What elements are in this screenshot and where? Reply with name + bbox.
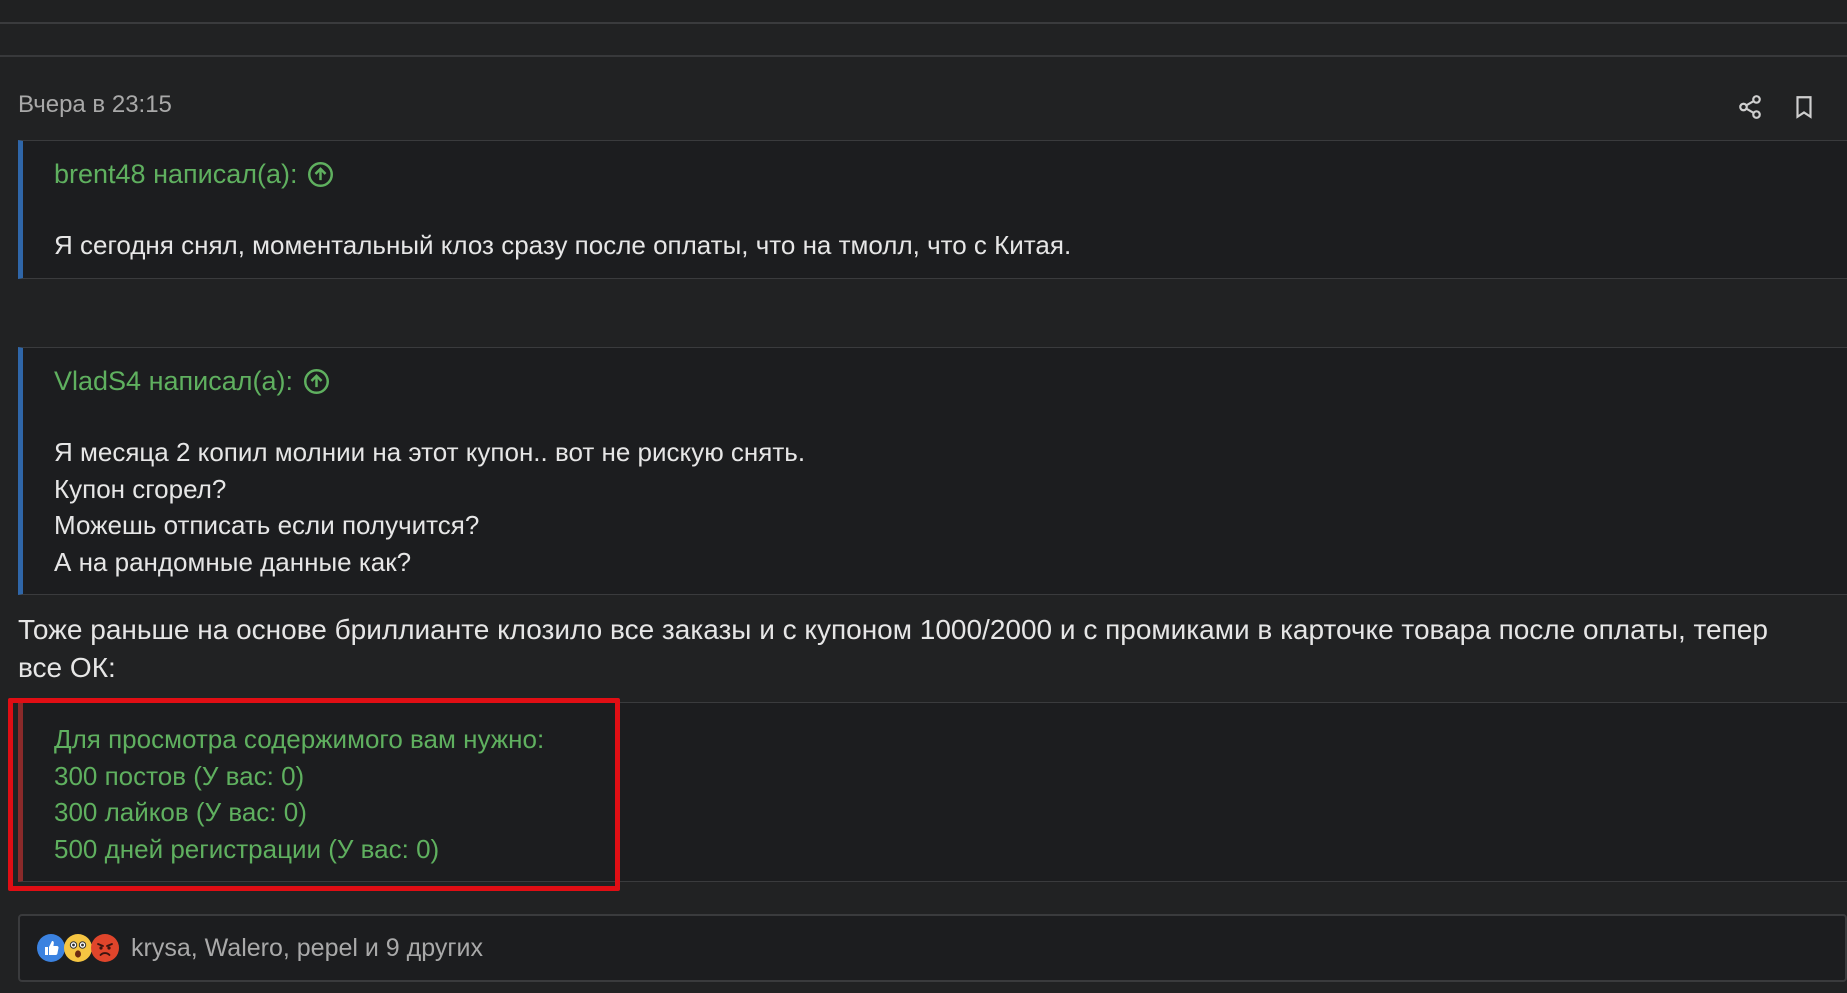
post-actions bbox=[1737, 94, 1817, 120]
quote-author: VladS4 написал(а): bbox=[54, 366, 293, 396]
quote-block-2: VladS4 написал(а): Я месяца 2 копил молн… bbox=[18, 347, 1847, 595]
post-timestamp[interactable]: Вчера в 23:15 bbox=[18, 91, 172, 119]
angry-icon bbox=[90, 933, 120, 963]
reaction-emojis bbox=[36, 933, 120, 963]
go-to-quote-icon[interactable] bbox=[303, 368, 330, 395]
quote-line: Я сегодня снял, моментальный клоз сразу … bbox=[54, 230, 1072, 260]
top-band bbox=[0, 0, 1847, 24]
quote-author-link[interactable]: brent48 написал(а): bbox=[54, 159, 334, 190]
bookmark-icon[interactable] bbox=[1791, 94, 1817, 120]
separator bbox=[0, 55, 1847, 57]
wow-icon bbox=[63, 933, 93, 963]
share-icon[interactable] bbox=[1737, 94, 1763, 120]
reaction-users[interactable]: krysa, Walero, pepel и 9 других bbox=[131, 934, 483, 963]
quote-line: Можешь отписать если получится? bbox=[54, 510, 480, 540]
reactions-bar[interactable]: krysa, Walero, pepel и 9 других bbox=[18, 914, 1847, 982]
highlight-frame bbox=[8, 698, 620, 891]
quote-line: Купон сгорел? bbox=[54, 473, 227, 504]
post-line: все ОК: bbox=[18, 652, 116, 683]
like-icon bbox=[36, 933, 66, 963]
quote-text: Я месяца 2 копил молнии на этот купон.. … bbox=[54, 434, 805, 580]
quote-line: А на рандомные данные как? bbox=[54, 546, 412, 577]
quote-line: Я месяца 2 копил молнии на этот купон.. … bbox=[54, 437, 806, 467]
post-body: Тоже раньше на основе бриллианте клозило… bbox=[18, 611, 1847, 687]
quote-text: Я сегодня снял, моментальный клоз сразу … bbox=[54, 227, 1071, 263]
quote-author: brent48 написал(а): bbox=[54, 159, 298, 189]
quote-block-1: brent48 написал(а): Я сегодня снял, моме… bbox=[18, 140, 1847, 279]
post-line: Тоже раньше на основе бриллианте клозило… bbox=[18, 614, 1768, 645]
go-to-quote-icon[interactable] bbox=[307, 161, 334, 188]
quote-author-link[interactable]: VladS4 написал(а): bbox=[54, 366, 330, 397]
